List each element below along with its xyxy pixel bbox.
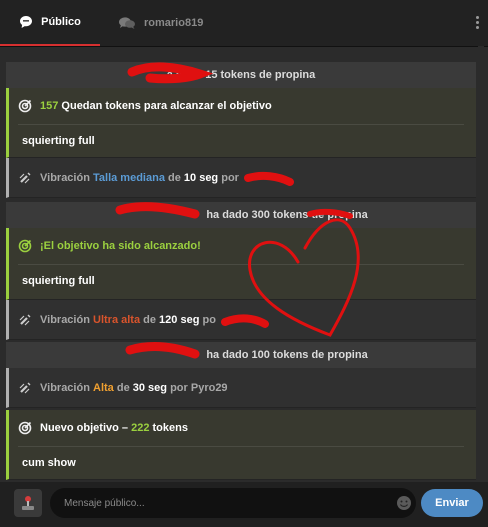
vibration-duration: 10 seg — [183, 171, 219, 184]
vibration-level: Talla mediana — [93, 171, 165, 184]
vibration-de: de — [168, 171, 181, 184]
goal-remaining-text: Quedan tokens para alcanzar el objetivo — [58, 100, 272, 112]
vibration-por: por — [221, 171, 239, 184]
tab-public-label: Público — [41, 16, 81, 28]
vibration-por: po — [202, 313, 216, 326]
tip-message: ha dado 300 tokens de propina — [6, 202, 476, 228]
tip-text: ha dado 300 tokens de propina — [206, 209, 368, 221]
vibration-por: por — [170, 381, 188, 394]
more-options-icon[interactable] — [476, 16, 480, 29]
vibration-icon — [18, 171, 32, 185]
vibration-icon — [18, 381, 32, 395]
chat-bubbles-icon — [118, 16, 136, 30]
tab-private-user[interactable]: romario819 — [118, 0, 203, 46]
goal-new-label: Nuevo objetivo – — [40, 422, 129, 434]
chat-tabs: Público romario819 — [0, 0, 488, 47]
vibration-prefix: Vibración — [40, 171, 90, 184]
goal-subject: cum show — [22, 457, 76, 469]
goal-new-count: 222 — [131, 422, 150, 434]
vibration-level: Alta — [93, 381, 114, 394]
tip-message: ha dado 100 tokens de propina — [6, 342, 476, 368]
goal-new-suffix: tokens — [152, 422, 188, 434]
tip-text: a dado 15 tokens de propina — [166, 69, 316, 81]
target-icon — [18, 239, 32, 253]
goal-message: 157 Quedan tokens para alcanzar el objet… — [6, 88, 476, 158]
tab-user-label: romario819 — [144, 17, 204, 29]
tab-public[interactable]: Público — [0, 0, 100, 46]
emoji-icon[interactable] — [396, 495, 412, 511]
goal-reached-text: ¡El objetivo ha sido alcanzado! — [40, 240, 201, 252]
vibration-duration: 30 seg — [132, 381, 167, 394]
tip-message: a dado 15 tokens de propina — [6, 62, 476, 88]
goal-remaining-count: 157 — [40, 100, 59, 112]
vibration-message: Vibración Talla mediana de 10 seg por — [6, 158, 476, 198]
send-button[interactable]: Enviar — [421, 489, 483, 517]
vibration-message: Vibración Ultra alta de 120 seg po — [6, 300, 476, 340]
goal-message: Nuevo objetivo – 222 tokens cum show — [6, 410, 476, 480]
target-icon — [18, 421, 32, 435]
vibration-duration: 120 seg — [159, 313, 200, 326]
joystick-icon[interactable] — [14, 489, 42, 517]
vibration-user[interactable]: Pyro29 — [191, 382, 228, 394]
vibration-message: Vibración Alta de 30 seg por Pyro29 — [6, 368, 476, 408]
speech-bubble-icon — [19, 15, 33, 29]
tip-text: ha dado 100 tokens de propina — [206, 349, 368, 361]
message-composer: Enviar — [0, 482, 488, 527]
vibration-level: Ultra alta — [93, 313, 141, 326]
vibration-prefix: Vibración — [40, 381, 90, 394]
goal-message: ¡El objetivo ha sido alcanzado! squierti… — [6, 228, 476, 300]
goal-subject: squierting full — [22, 275, 95, 287]
vibration-icon — [18, 313, 32, 327]
message-input[interactable] — [50, 488, 416, 518]
chat-scrollbar[interactable] — [478, 46, 484, 482]
vibration-prefix: Vibración — [40, 313, 90, 326]
goal-subject: squierting full — [22, 135, 95, 147]
vibration-de: de — [143, 313, 156, 326]
chat-log: a dado 15 tokens de propina 157 Quedan t… — [6, 46, 476, 482]
target-icon — [18, 99, 32, 113]
vibration-de: de — [116, 381, 130, 394]
